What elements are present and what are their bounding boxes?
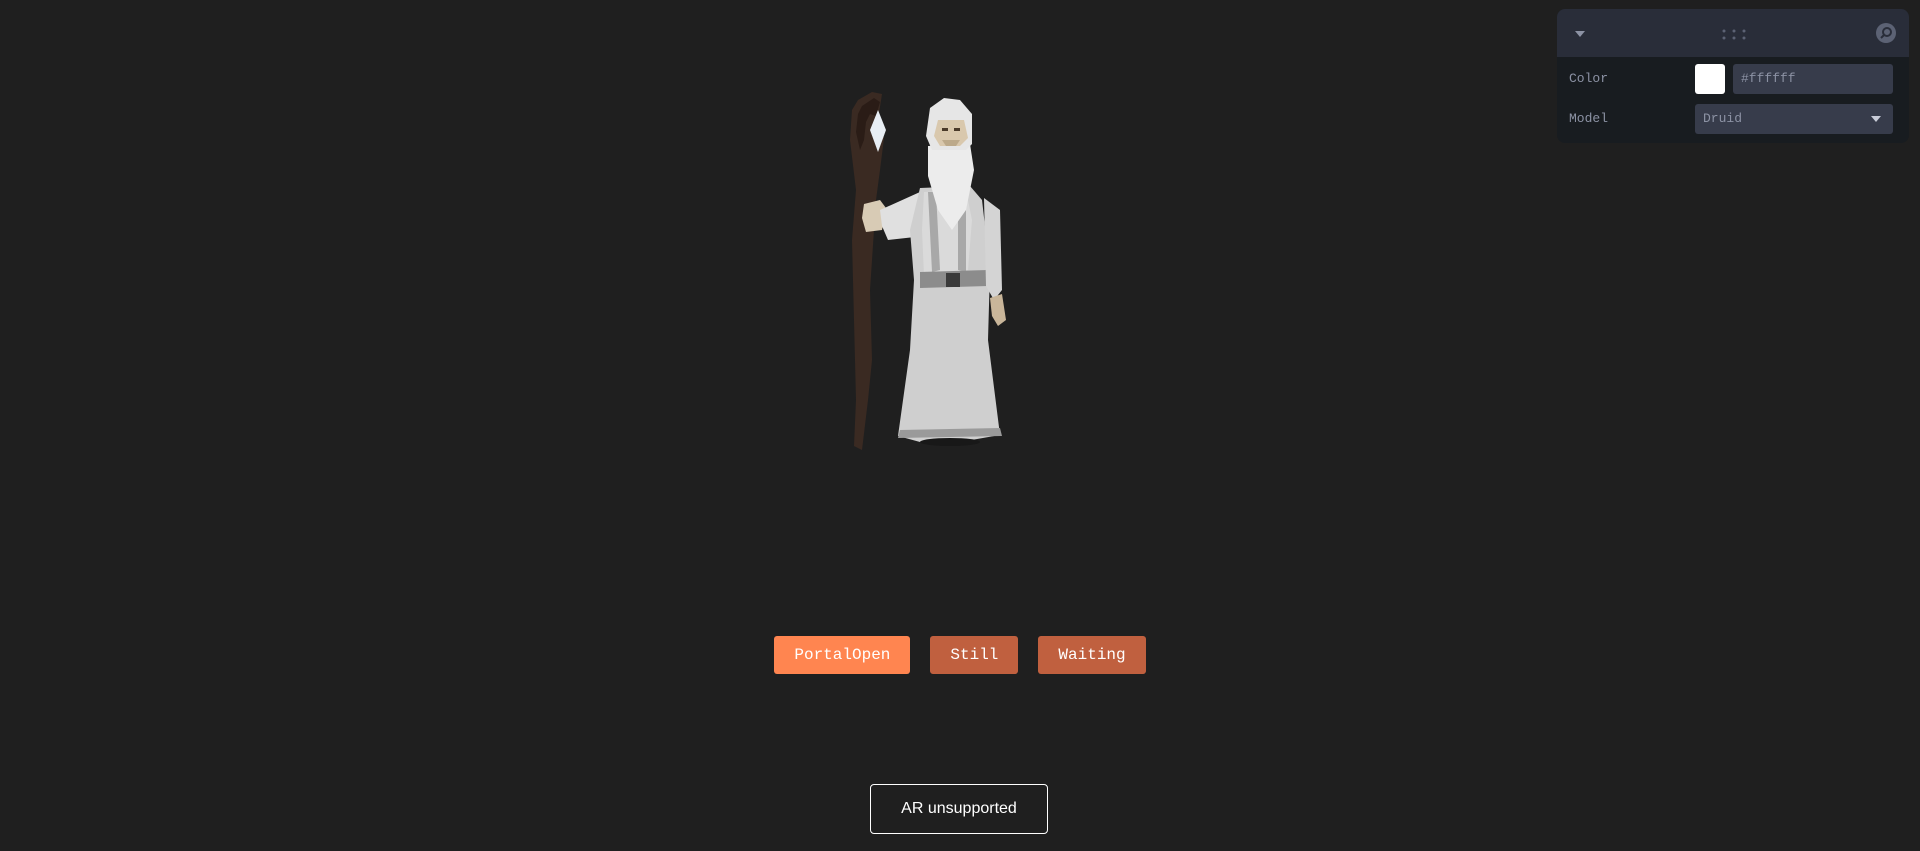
color-label: Color xyxy=(1569,71,1609,86)
chevron-down-icon[interactable] xyxy=(1573,27,1587,41)
still-button[interactable]: Still xyxy=(930,636,1019,674)
controls-panel: Color #ffffff Model Druid xyxy=(1557,9,1909,143)
color-swatch[interactable] xyxy=(1695,64,1725,94)
model-select-value: Druid xyxy=(1703,111,1743,126)
ar-unsupported-button[interactable]: AR unsupported xyxy=(870,784,1048,834)
drag-handle-icon[interactable] xyxy=(1719,27,1749,41)
panel-titlebar[interactable] xyxy=(1557,9,1909,57)
color-hex-input[interactable]: #ffffff xyxy=(1733,64,1893,94)
color-control-row: Color #ffffff xyxy=(1569,64,1899,94)
model-label: Model xyxy=(1569,111,1609,126)
chevron-down-icon xyxy=(1871,116,1881,122)
waiting-button[interactable]: Waiting xyxy=(1038,636,1146,674)
animation-button-group: PortalOpen Still Waiting xyxy=(0,636,1920,674)
search-icon[interactable] xyxy=(1875,22,1897,44)
model-select[interactable]: Druid xyxy=(1695,104,1893,134)
druid-model[interactable] xyxy=(840,80,1040,460)
viewport[interactable]: PortalOpen Still Waiting AR unsupported xyxy=(0,0,1920,851)
portal-open-button[interactable]: PortalOpen xyxy=(774,636,911,674)
model-control-row: Model Druid xyxy=(1569,104,1899,134)
